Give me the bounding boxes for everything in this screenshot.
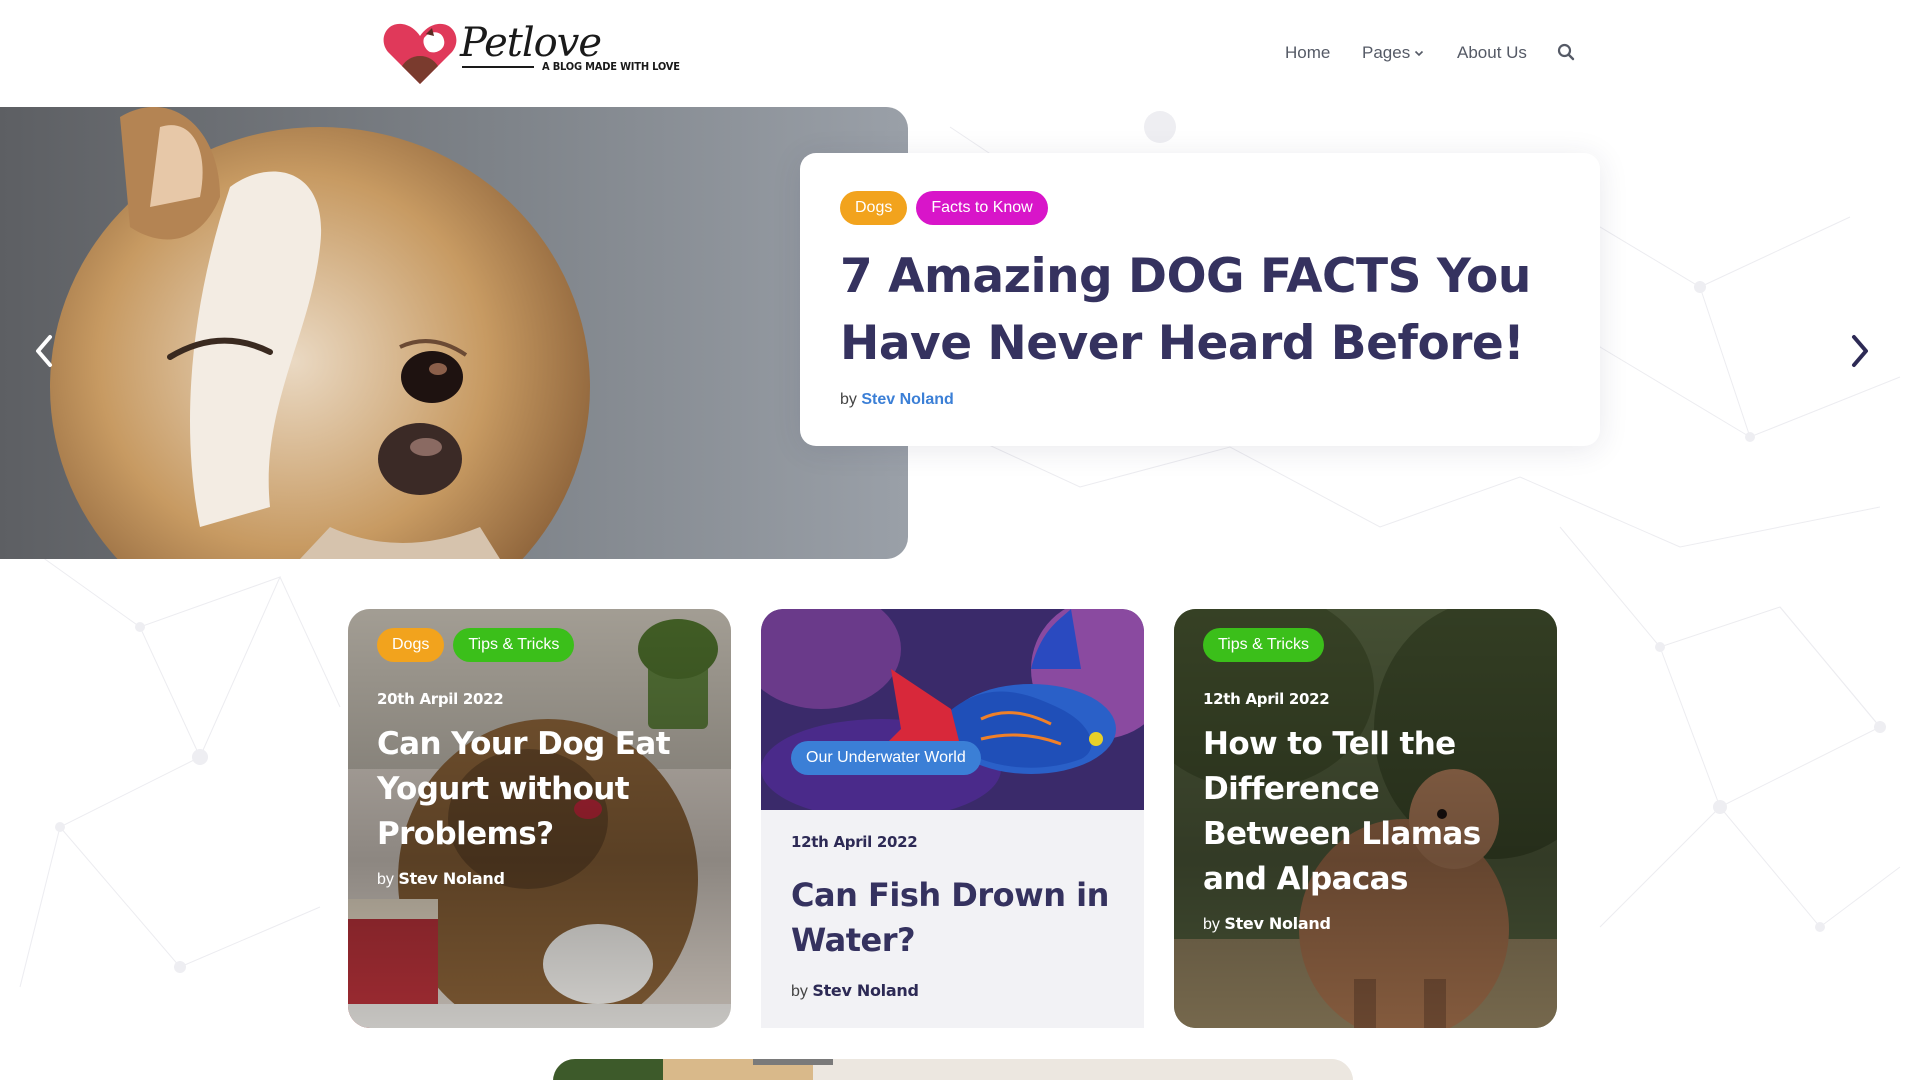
hero-byline: by Stev Noland xyxy=(840,391,1560,409)
byline-prefix: by xyxy=(791,983,808,1000)
hero-post-card: Dogs Facts to Know 7 Amazing DOG FACTS Y… xyxy=(800,153,1600,446)
tag-tips-and-tricks[interactable]: Tips & Tricks xyxy=(1203,628,1324,662)
search-icon[interactable] xyxy=(1556,42,1576,62)
dog-photo xyxy=(0,107,908,559)
hero-image-dog[interactable] xyxy=(0,107,908,559)
hero-tag-list: Dogs Facts to Know xyxy=(840,191,1560,225)
chevron-down-icon xyxy=(1415,50,1424,57)
hero-author-link[interactable]: Stev Noland xyxy=(861,391,953,408)
byline-prefix: by xyxy=(840,391,857,408)
chevron-left-icon[interactable] xyxy=(30,331,60,371)
card-tag-list: Dogs Tips & Tricks xyxy=(377,628,711,662)
byline-prefix: by xyxy=(1203,916,1220,933)
site-header: Petlove A BLOG MADE WITH LOVE Home Pages… xyxy=(0,0,1906,107)
next-post-card-preview[interactable] xyxy=(553,1059,1353,1080)
main-nav: Home Pages About Us xyxy=(0,40,1906,68)
nav-home-link[interactable]: Home xyxy=(1285,43,1330,63)
tag-dogs[interactable]: Dogs xyxy=(377,628,445,662)
card-date: 12th April 2022 xyxy=(1203,690,1330,708)
post-card-llamas-alpacas[interactable]: Tips & Tricks 12th April 2022 How to Tel… xyxy=(1174,609,1557,1028)
card-byline: by Stev Noland xyxy=(377,869,711,889)
nav-about-link[interactable]: About Us xyxy=(1457,43,1527,63)
card-content: 12th April 2022 Can Fish Drown in Water?… xyxy=(791,833,1124,1001)
card-author-link[interactable]: Stev Noland xyxy=(1224,914,1331,933)
card-content: Dogs Tips & Tricks 20th Arpil 2022 Can Y… xyxy=(377,628,711,889)
card-date: 12th April 2022 xyxy=(791,833,918,851)
hero-post-title[interactable]: 7 Amazing DOG FACTS You Have Never Heard… xyxy=(840,243,1540,377)
card-author-link[interactable]: Stev Noland xyxy=(398,869,505,888)
card-byline: by Stev Noland xyxy=(1203,914,1537,934)
nav-pages-label: Pages xyxy=(1362,43,1411,62)
byline-prefix: by xyxy=(377,871,394,888)
tag-dogs[interactable]: Dogs xyxy=(840,191,908,225)
fish-photo xyxy=(761,609,1144,810)
tag-facts-to-know[interactable]: Facts to Know xyxy=(916,191,1048,225)
card-title[interactable]: Can Your Dog Eat Yogurt without Problems… xyxy=(377,722,711,857)
card-title[interactable]: How to Tell the Difference Between Llama… xyxy=(1203,722,1537,902)
card-tag-list: Tips & Tricks xyxy=(1203,628,1537,662)
card-author-link[interactable]: Stev Noland xyxy=(812,981,919,1000)
card-title[interactable]: Can Fish Drown in Water? xyxy=(791,873,1124,963)
card-byline: by Stev Noland xyxy=(791,981,1124,1001)
card-content: Tips & Tricks 12th April 2022 How to Tel… xyxy=(1203,628,1537,934)
tag-our-underwater-world[interactable]: Our Underwater World xyxy=(791,741,981,775)
post-card-dog-yogurt[interactable]: Dogs Tips & Tricks 20th Arpil 2022 Can Y… xyxy=(348,609,731,1028)
post-card-fish-drown[interactable]: Our Underwater World 12th April 2022 Can… xyxy=(761,609,1144,1028)
next-post-image xyxy=(553,1059,1353,1080)
nav-pages-dropdown[interactable]: Pages xyxy=(1362,43,1424,63)
card-date: 20th Arpil 2022 xyxy=(377,690,504,708)
chevron-right-icon[interactable] xyxy=(1844,331,1874,371)
tag-tips-and-tricks[interactable]: Tips & Tricks xyxy=(453,628,575,662)
